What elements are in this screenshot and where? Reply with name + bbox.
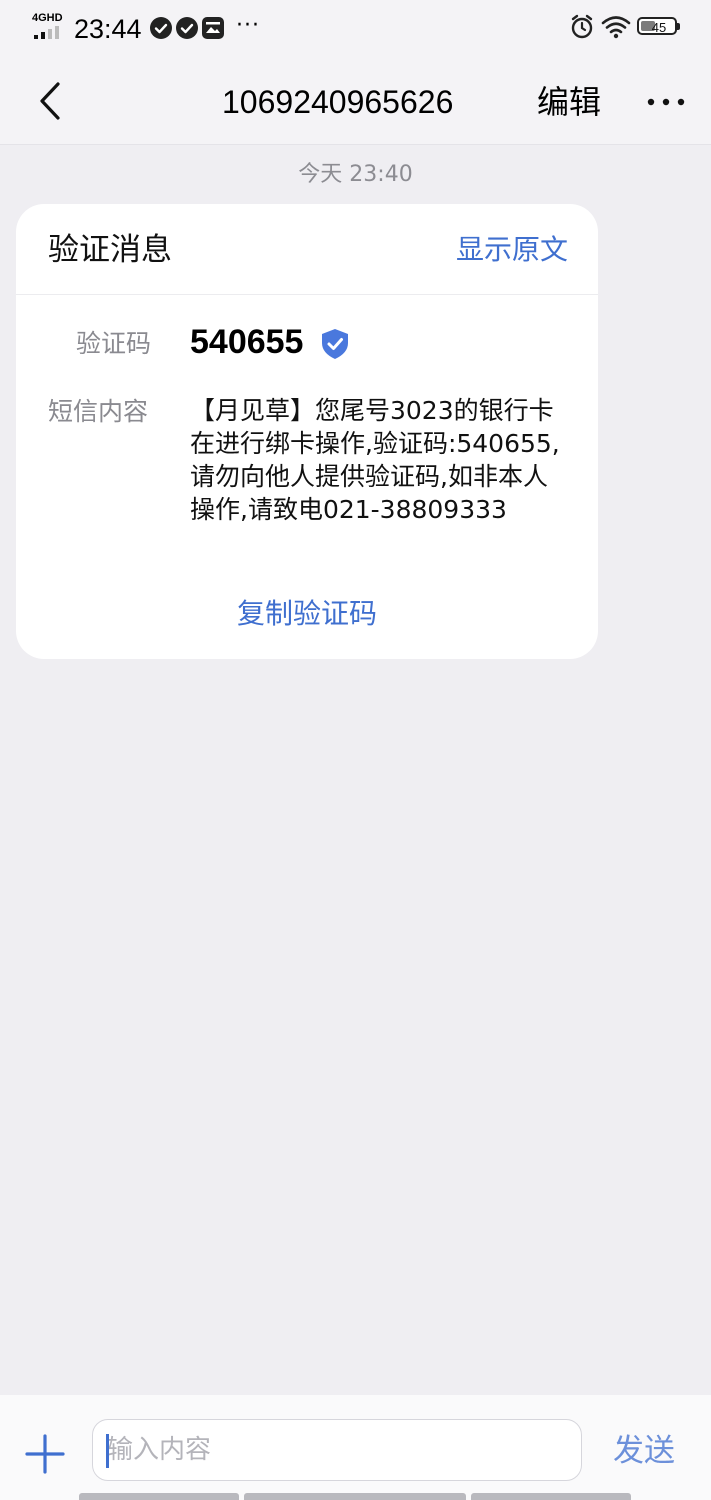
more-dots-icon xyxy=(647,98,685,106)
plus-icon xyxy=(25,1434,65,1474)
more-button[interactable] xyxy=(646,90,686,114)
send-button[interactable]: 发送 xyxy=(613,1431,675,1471)
keyboard-strip xyxy=(471,1493,631,1500)
show-original-link[interactable]: 显示原文 xyxy=(456,232,568,268)
keyboard-strip xyxy=(244,1493,466,1500)
notification-icons xyxy=(150,17,224,39)
status-bar: 4GHD 23:44 ··· 45 xyxy=(0,0,711,60)
battery-icon: 45 xyxy=(637,17,681,37)
card-title: 验证消息 xyxy=(48,232,172,268)
edit-button[interactable]: 编辑 xyxy=(537,80,601,124)
content-label: 短信内容 xyxy=(48,397,149,426)
message-timestamp: 今天 23:40 xyxy=(298,162,413,187)
image-notification-icon xyxy=(202,17,224,39)
status-time: 23:44 xyxy=(74,14,142,44)
conversation-header: 1069240965626 编辑 xyxy=(0,60,711,145)
copy-code-button[interactable]: 复制验证码 xyxy=(16,594,598,634)
battery-percent: 45 xyxy=(651,20,667,35)
add-attachment-button[interactable] xyxy=(24,1433,66,1475)
code-label: 验证码 xyxy=(76,329,152,358)
cellular-signal-icon: 4GHD xyxy=(32,12,66,40)
verification-code: 540655 xyxy=(190,323,304,361)
system-icons: 45 xyxy=(569,14,681,40)
chevron-left-icon xyxy=(40,82,60,120)
wifi-icon xyxy=(601,16,631,39)
keyboard-strip xyxy=(79,1493,239,1500)
message-input[interactable] xyxy=(107,1428,563,1472)
message-input-box[interactable] xyxy=(92,1419,582,1481)
check-circle-icon xyxy=(150,17,172,39)
more-notifications: ··· xyxy=(236,13,260,38)
check-circle-icon xyxy=(176,17,198,39)
page-title: 1069240965626 xyxy=(222,84,454,120)
verified-shield-icon xyxy=(322,329,348,359)
alarm-icon xyxy=(571,14,593,39)
sms-content: 【月见草】您尾号3023的银行卡在进行绑卡操作,验证码:540655,请勿向他人… xyxy=(190,396,560,524)
back-button[interactable] xyxy=(28,78,74,124)
text-caret xyxy=(106,1434,109,1468)
network-type: 4GHD xyxy=(32,12,63,24)
composer-bar: 发送 xyxy=(0,1395,711,1500)
card-header: 验证消息 显示原文 xyxy=(16,204,598,295)
